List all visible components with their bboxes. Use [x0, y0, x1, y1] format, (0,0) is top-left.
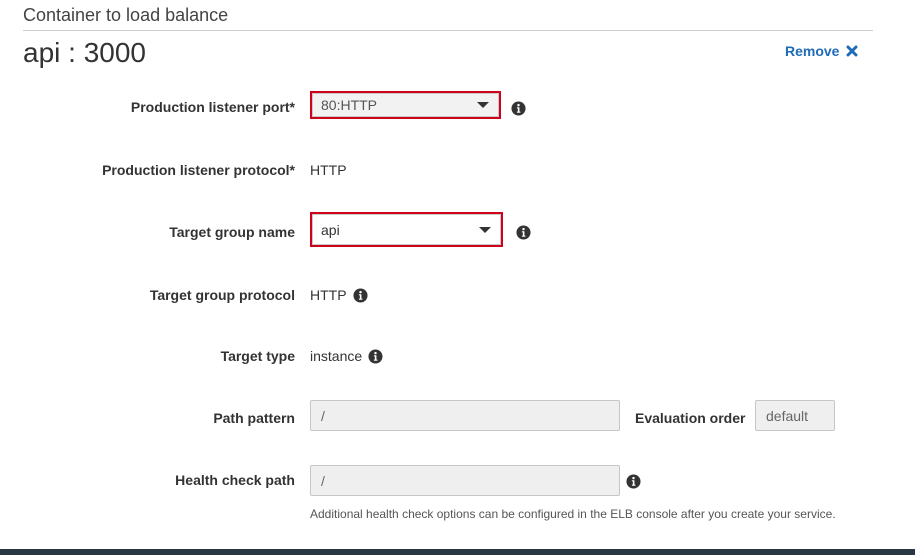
production-listener-port-select[interactable]: 80:HTTP — [310, 91, 501, 119]
close-x-icon — [846, 45, 858, 57]
info-circle-icon[interactable] — [511, 101, 526, 116]
footer-bar — [0, 549, 915, 555]
production-listener-port-value: 80:HTTP — [321, 97, 378, 113]
evaluation-order-value: default — [766, 407, 809, 424]
info-circle-icon[interactable] — [353, 287, 368, 303]
target-type-label: Target type — [220, 348, 295, 364]
info-circle-icon[interactable] — [368, 348, 383, 364]
target-type-value: instance — [310, 348, 363, 364]
chevron-down-icon — [477, 102, 489, 108]
health-check-help-text: Additional health check options can be c… — [310, 507, 836, 521]
target-group-name-label: Target group name — [169, 224, 295, 240]
production-listener-protocol-value-row: HTTP — [310, 162, 347, 178]
target-group-protocol-value: HTTP — [310, 287, 347, 303]
section-divider — [23, 30, 873, 31]
evaluation-order-label: Evaluation order — [635, 410, 746, 426]
target-group-protocol-label: Target group protocol — [149, 287, 295, 303]
health-check-path-label: Health check path — [175, 472, 295, 488]
target-group-name-select[interactable]: api — [310, 212, 503, 247]
path-pattern-value: / — [321, 407, 325, 424]
target-group-protocol-value-row: HTTP — [310, 287, 368, 303]
remove-label: Remove — [785, 43, 840, 59]
evaluation-order-input[interactable]: default — [755, 400, 835, 431]
container-name-heading: api : 3000 — [23, 37, 146, 68]
production-listener-port-label: Production listener port* — [130, 99, 295, 115]
production-listener-protocol-label: Production listener protocol* — [102, 162, 295, 178]
remove-button[interactable]: Remove — [785, 43, 858, 59]
info-circle-icon[interactable] — [516, 225, 531, 240]
path-pattern-label: Path pattern — [213, 410, 295, 426]
path-pattern-input[interactable]: / — [310, 400, 620, 431]
info-circle-icon[interactable] — [626, 474, 641, 489]
target-type-value-row: instance — [310, 348, 383, 364]
health-check-path-input[interactable]: / — [310, 465, 620, 496]
production-listener-protocol-value: HTTP — [310, 162, 347, 178]
section-title: Container to load balance — [23, 5, 229, 25]
chevron-down-icon — [479, 226, 491, 233]
health-check-path-value: / — [321, 472, 325, 489]
target-group-name-value: api — [321, 221, 340, 238]
